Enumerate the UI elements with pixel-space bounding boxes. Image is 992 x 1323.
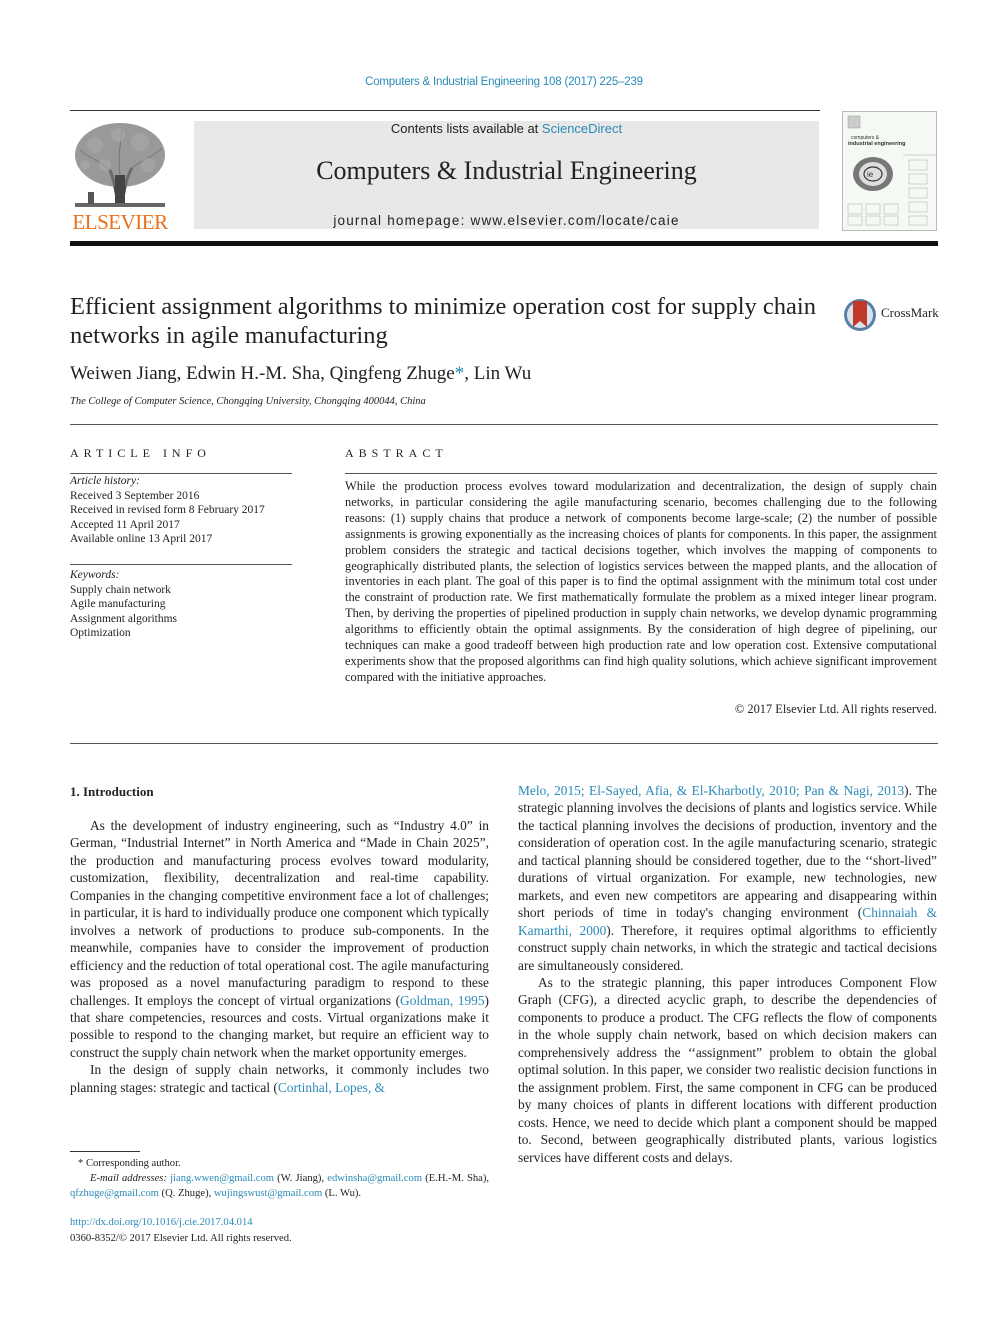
corresponding-author-note: * Corresponding author. — [78, 1158, 181, 1169]
journal-title: Computers & Industrial Engineering — [316, 156, 697, 185]
contents-prefix: Contents lists available at — [390, 121, 542, 136]
keywords-label: Keywords: — [70, 569, 120, 581]
intro-paragraph-2-cont: Melo, 2015; El-Sayed, Afia, & El-Kharbot… — [518, 782, 937, 974]
email-owner: (Q. Zhuge), — [158, 1188, 214, 1199]
body-column-left: As the development of industry engineeri… — [70, 817, 489, 1096]
cover-title-line2: industrial engineering — [848, 141, 905, 147]
corresponding-author-mark[interactable]: * — [455, 363, 465, 384]
elsevier-wordmark: ELSEVIER — [72, 210, 168, 234]
crossmark-icon — [844, 299, 876, 331]
email-owner: (E.H.-M. Sha), — [422, 1173, 490, 1184]
history-accepted: Accepted 11 April 2017 — [70, 518, 180, 531]
article-history-label: Article history: — [70, 475, 140, 487]
authors-names: Weiwen Jiang, Edwin H.-M. Sha, Qingfeng … — [70, 363, 455, 384]
email-owner: (W. Jiang), — [274, 1173, 328, 1184]
footnotes: * Corresponding author. E-mail addresses… — [70, 1156, 489, 1201]
contents-line: Contents lists available at ScienceDirec… — [194, 121, 819, 136]
section-heading-introduction: 1. Introduction — [70, 784, 154, 799]
history-online: Available online 13 April 2017 — [70, 533, 213, 545]
article-title: Efficient assignment algorithms to minim… — [70, 293, 816, 349]
citation-link[interactable]: Melo, 2015; El-Sayed, Afia, & El-Kharbot… — [518, 783, 904, 798]
abstract-heading: ABSTRACT — [345, 446, 448, 460]
email-link[interactable]: wujingswust@gmail.com — [214, 1188, 322, 1199]
paragraph-text: ). The strategic planning involves the d… — [518, 783, 937, 921]
doi-block: http://dx.doi.org/10.1016/j.cie.2017.04.… — [70, 1215, 292, 1246]
sciencedirect-link[interactable]: ScienceDirect — [542, 121, 622, 136]
header-rule — [70, 110, 820, 111]
journal-homepage-link[interactable]: journal homepage: www.elsevier.com/locat… — [194, 213, 819, 228]
journal-cover-icon: computers & industrial engineering ie — [847, 115, 936, 226]
abstract-copyright: © 2017 Elsevier Ltd. All rights reserved… — [734, 702, 937, 716]
footnote-rule — [70, 1151, 140, 1152]
doi-link[interactable]: http://dx.doi.org/10.1016/j.cie.2017.04.… — [70, 1215, 292, 1231]
author-list: Weiwen Jiang, Edwin H.-M. Sha, Qingfeng … — [70, 363, 531, 385]
author-affiliation: The College of Computer Science, Chongqi… — [70, 396, 426, 407]
email-link[interactable]: edwinsha@gmail.com — [327, 1173, 422, 1184]
body-divider — [70, 743, 938, 744]
journal-masthead: Contents lists available at ScienceDirec… — [194, 121, 819, 229]
keywords-list: Keywords: Supply chain network Agile man… — [70, 568, 292, 641]
keyword-item: Supply chain network — [70, 583, 171, 596]
keyword-item: Agile manufacturing — [70, 598, 166, 610]
abstract-rule — [345, 473, 937, 474]
body-column-right: Melo, 2015; El-Sayed, Afia, & El-Kharbot… — [518, 782, 937, 1166]
history-revised: Received in revised form 8 February 2017 — [70, 504, 265, 516]
article-history: Article history: Received 3 September 20… — [70, 474, 292, 547]
article-info-heading: ARTICLE INFO — [70, 446, 211, 460]
keywords-rule — [70, 564, 292, 565]
journal-cover-thumbnail[interactable]: computers & industrial engineering ie — [842, 111, 937, 231]
paragraph-text: As the development of industry engineeri… — [70, 818, 489, 1008]
citation-link[interactable]: Cortinhal, Lopes, & — [278, 1080, 385, 1095]
keyword-item: Assignment algorithms — [70, 612, 178, 625]
cover-logo-text: ie — [867, 170, 874, 179]
authors-names-tail: , Lin Wu — [464, 363, 532, 384]
email-link[interactable]: qfzhuge@gmail.com — [70, 1188, 159, 1199]
citation-link[interactable]: Goldman, 1995 — [400, 993, 485, 1008]
intro-paragraph-3: As to the strategic planning, this paper… — [518, 974, 937, 1165]
intro-paragraph-1: As the development of industry engineeri… — [70, 817, 489, 1061]
crossmark-button[interactable]: CrossMark — [843, 297, 943, 333]
section-divider — [70, 424, 938, 425]
email-owner: (L. Wu). — [322, 1188, 362, 1199]
email-label: E-mail addresses: — [90, 1173, 171, 1184]
history-received: Received 3 September 2016 — [70, 489, 200, 502]
intro-paragraph-2-start: In the design of supply chain networks, … — [70, 1061, 489, 1096]
crossmark-label: CrossMark — [881, 305, 939, 320]
journal-reference-link[interactable]: Computers & Industrial Engineering 108 (… — [0, 76, 992, 88]
masthead-thick-rule — [70, 241, 938, 246]
email-link[interactable]: jiang.wwen@gmail.com — [170, 1173, 274, 1184]
email-addresses: E-mail addresses: jiang.wwen@gmail.com (… — [70, 1171, 489, 1201]
abstract-text: While the production process evolves tow… — [345, 479, 937, 684]
keyword-item: Optimization — [70, 627, 131, 639]
issn-copyright: 0360-8352/© 2017 Elsevier Ltd. All right… — [70, 1232, 292, 1244]
